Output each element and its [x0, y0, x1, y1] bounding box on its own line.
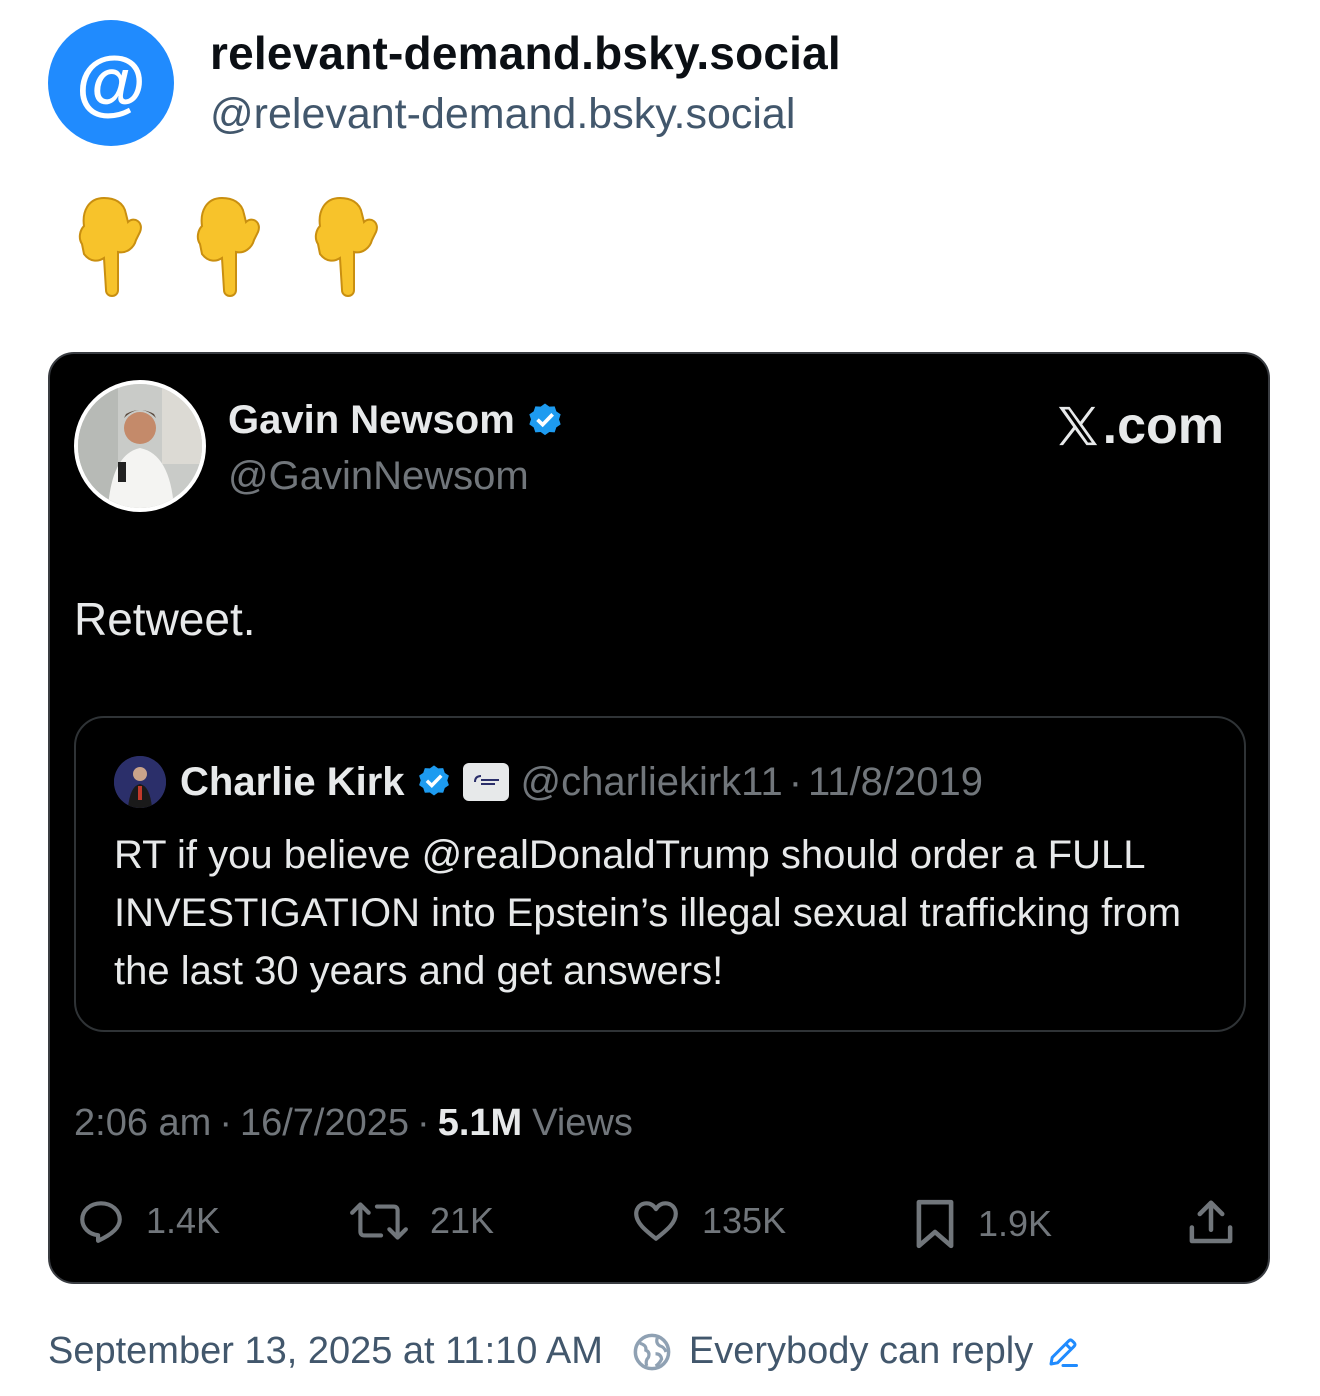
embedded-image[interactable]: Gavin Newsom @GavinNewsom .com Retweet. …	[48, 352, 1270, 1284]
quoted-tweet-date: 11/8/2019	[808, 759, 984, 804]
tweet-author-avatar	[74, 380, 206, 512]
reply-stat: 1.4K	[76, 1196, 220, 1246]
like-count: 135K	[702, 1200, 787, 1241]
bookmark-count: 1.9K	[978, 1203, 1053, 1244]
heart-icon	[634, 1201, 678, 1241]
pointing-down-hand-icon	[78, 196, 142, 297]
quoted-tweet-text: RT if you believe @realDonaldTrump shoul…	[114, 833, 1182, 993]
post-header: @ relevant-demand.bsky.social @relevant-…	[48, 20, 841, 146]
x-source-text: .com	[1102, 397, 1224, 455]
separator-dot: ·	[788, 759, 803, 804]
globe-icon	[633, 1333, 671, 1370]
views-count: 5.1M	[437, 1102, 523, 1144]
pointing-down-hand-icon	[196, 196, 260, 297]
reply-settings-label: Everybody can reply	[688, 1330, 1034, 1372]
author-names: relevant-demand.bsky.social @relevant-de…	[210, 26, 841, 139]
pencil-icon[interactable]	[1045, 1334, 1081, 1370]
tweet-date: 16/7/2025	[239, 1102, 410, 1144]
reply-count: 1.4K	[146, 1200, 221, 1241]
tweet-author-name: Gavin Newsom	[228, 398, 565, 443]
tweet-text: Retweet.	[74, 593, 256, 645]
verified-badge-icon	[418, 765, 449, 796]
bookmark-icon	[916, 1199, 954, 1249]
views-label: Views	[532, 1102, 633, 1144]
x-logo-icon	[1058, 406, 1097, 446]
retweet-icon	[350, 1202, 408, 1240]
pointing-down-hand-icon	[314, 196, 378, 297]
author-display-name[interactable]: relevant-demand.bsky.social	[210, 26, 841, 80]
reply-settings[interactable]: Everybody can reply	[631, 1330, 1081, 1373]
retweet-count: 21K	[430, 1200, 495, 1241]
reply-icon	[80, 1201, 122, 1243]
post-timestamp[interactable]: September 13, 2025 at 11:10 AM	[48, 1330, 603, 1373]
post-footer: September 13, 2025 at 11:10 AM Everybody…	[48, 1330, 1081, 1373]
verified-badge-icon	[529, 403, 561, 435]
like-stat: 135K	[630, 1196, 786, 1246]
tweet-author-handle: @GavinNewsom	[228, 454, 529, 498]
quoted-tweet-header: Charlie Kirk @charliekirk11 · 11/8/2019	[114, 756, 983, 808]
quoted-author-avatar	[114, 756, 166, 808]
tweet-meta: 2:06 am · 16/7/2025 · 5.1M Views	[74, 1102, 633, 1145]
author-avatar[interactable]: @	[48, 20, 174, 146]
share-icon	[1189, 1200, 1233, 1244]
tweet-author-name-text: Gavin Newsom	[228, 398, 515, 442]
author-handle[interactable]: @relevant-demand.bsky.social	[210, 90, 841, 139]
x-source-label: .com	[1055, 396, 1224, 456]
separator-dot: ·	[219, 1102, 232, 1144]
bookmark-stat: 1.9K	[912, 1196, 1052, 1252]
quoted-author-handle: @charliekirk11	[520, 759, 783, 804]
post-text	[74, 192, 384, 302]
quoted-tweet: Charlie Kirk @charliekirk11 · 11/8/2019 …	[74, 716, 1246, 1032]
retweet-stat: 21K	[348, 1196, 494, 1246]
quoted-author-name: Charlie Kirk	[180, 759, 405, 804]
separator-dot: ·	[417, 1102, 430, 1144]
tweet-actions: 1.4K 21K 135K 1.9K	[74, 1196, 1246, 1252]
affiliation-badge-icon	[462, 763, 509, 801]
at-symbol-icon: @	[75, 43, 147, 123]
tweet-time: 2:06 am	[74, 1102, 212, 1144]
share-stat	[1184, 1196, 1238, 1250]
